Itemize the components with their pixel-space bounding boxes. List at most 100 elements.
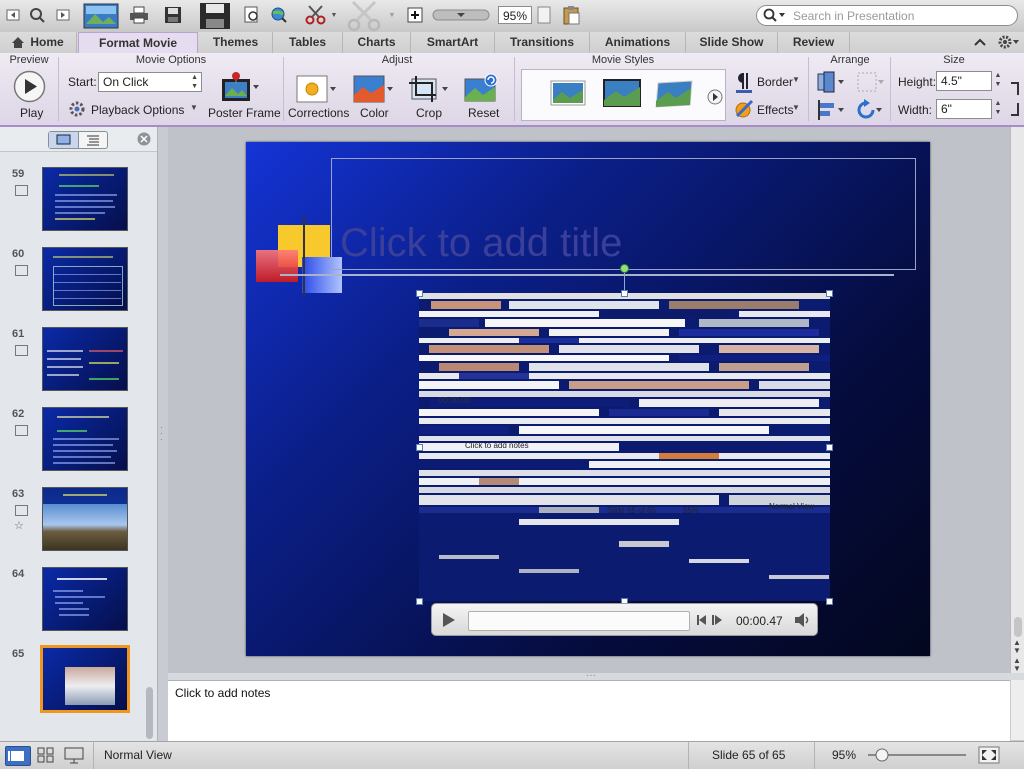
resize-handle[interactable] (826, 444, 833, 451)
zoom-slider-icon[interactable] (432, 4, 490, 26)
status-bar: Normal View Slide 65 of 65 95% (0, 741, 1024, 769)
cut-icon[interactable] (304, 4, 328, 26)
decorative-red-square (256, 250, 298, 282)
collapse-ribbon-icon[interactable] (974, 36, 986, 51)
notes-scrollbar[interactable] (1010, 680, 1024, 740)
notes-splitter[interactable]: ··· (168, 670, 1024, 681)
border-dropdown-icon[interactable]: ▼ (792, 75, 800, 84)
height-field[interactable]: 4.5" (936, 71, 992, 91)
movie-style-option-1[interactable] (550, 80, 586, 109)
normal-view-icon[interactable] (5, 746, 31, 766)
tab-slide-show[interactable]: Slide Show (686, 32, 778, 53)
tab-themes[interactable]: Themes (199, 32, 273, 53)
print-icon[interactable] (128, 4, 150, 26)
resize-handle[interactable] (621, 290, 628, 297)
tab-tables[interactable]: Tables (273, 32, 343, 53)
movie-style-option-2[interactable] (602, 78, 642, 111)
slide-thumbnail-64[interactable] (42, 567, 128, 631)
close-pane-icon[interactable] (137, 132, 151, 149)
insert-plus-icon[interactable] (406, 4, 424, 26)
border-button[interactable]: Border (757, 75, 793, 89)
paste-icon[interactable] (560, 4, 582, 26)
zoom-percent: 95% (832, 748, 857, 762)
step-back-icon[interactable] (696, 614, 708, 629)
play-button[interactable] (13, 70, 46, 106)
tab-format-movie[interactable]: Format Movie (78, 32, 198, 54)
slide-thumbnail-63[interactable] (42, 487, 128, 551)
thumbnail-pane-header (0, 127, 157, 152)
movie-ghost-notes: Click to add notes (465, 441, 529, 450)
controller-play-icon[interactable] (442, 612, 456, 631)
search-icon[interactable] (763, 8, 787, 26)
color-icon[interactable] (353, 75, 395, 106)
resize-handle[interactable] (826, 598, 833, 605)
step-forward-icon[interactable] (712, 614, 724, 629)
tab-animations[interactable]: Animations (590, 32, 686, 53)
movie-scrubber[interactable] (468, 611, 690, 631)
page-nav-icon[interactable]: ▲ ▼ (1013, 657, 1021, 673)
scroll-thumb[interactable] (1014, 617, 1022, 637)
reorder-icon[interactable] (816, 71, 846, 96)
resize-handle[interactable] (826, 290, 833, 297)
reset-icon[interactable] (464, 73, 500, 106)
movie-style-option-3[interactable] (654, 79, 694, 112)
poster-frame-icon[interactable] (220, 71, 260, 108)
forward-icon[interactable] (54, 4, 72, 26)
volume-icon[interactable] (794, 612, 812, 631)
height-stepper-icon[interactable]: ▲ ▼ (993, 71, 1003, 91)
playback-options-button[interactable]: Playback Options (91, 103, 184, 117)
resize-handle[interactable] (416, 444, 423, 451)
tab-charts[interactable]: Charts (343, 32, 411, 53)
slides-view-icon[interactable] (49, 132, 79, 148)
tab-review[interactable]: Review (778, 32, 850, 53)
tab-transitions[interactable]: Transitions (495, 32, 590, 53)
scroll-arrows-icon[interactable]: ▲ ▼ (1013, 639, 1021, 655)
slide-thumbnail-62[interactable] (42, 407, 128, 471)
effects-dropdown-icon[interactable]: ▼ (792, 103, 800, 112)
start-select[interactable]: On Click ▲ ▼ (98, 72, 202, 92)
movie-frame[interactable]: 00:00.00 Click to add notes Slide 65 of … (419, 293, 830, 601)
resize-handle[interactable] (416, 290, 423, 297)
title-placeholder-box[interactable]: Click to add title (331, 158, 916, 270)
slide-thumbnail-61[interactable] (42, 327, 128, 391)
outline-view-icon[interactable] (79, 132, 107, 148)
zoom-field[interactable]: 95% (498, 6, 532, 24)
print-preview-icon[interactable] (242, 4, 262, 26)
slide-thumbnail-59[interactable] (42, 167, 128, 231)
search-input[interactable] (793, 8, 1008, 23)
crop-icon[interactable] (408, 75, 450, 106)
globe-icon[interactable] (268, 4, 290, 26)
slide-sorter-icon[interactable] (34, 746, 58, 764)
effects-button[interactable]: Effects (757, 103, 793, 117)
align-icon[interactable] (816, 99, 846, 124)
zoom-stepper-icon[interactable] (536, 4, 552, 26)
vertical-scrollbar[interactable]: ▲ ▼ ▲ ▼ (1010, 127, 1024, 673)
rotate-icon[interactable] (856, 99, 884, 124)
save-as-icon[interactable] (196, 1, 234, 31)
playback-options-dropdown-icon[interactable]: ▼ (190, 103, 198, 112)
notes-pane[interactable]: Click to add notes (168, 680, 1010, 741)
cut-dropdown-icon[interactable]: ▼ (330, 4, 338, 26)
gear-icon[interactable] (998, 35, 1020, 52)
gallery-next-icon[interactable] (707, 89, 723, 108)
slide-show-view-icon[interactable] (62, 746, 86, 764)
tab-smartart[interactable]: SmartArt (411, 32, 495, 53)
media-browser-icon[interactable] (82, 1, 120, 31)
zoom-slider[interactable] (866, 748, 968, 765)
save-icon[interactable] (162, 4, 184, 26)
sidebar-toggle-icon[interactable] (4, 4, 22, 26)
resize-handle[interactable] (416, 598, 423, 605)
slide-thumbnail-60[interactable] (42, 247, 128, 311)
width-field[interactable]: 6" (936, 99, 992, 119)
corrections-icon[interactable] (296, 75, 338, 106)
width-stepper-icon[interactable]: ▲ ▼ (993, 99, 1003, 119)
zoom-magnifier-icon[interactable] (28, 4, 46, 26)
tab-home[interactable]: Home (0, 32, 77, 53)
lock-aspect-icon[interactable] (1009, 81, 1021, 120)
pane-splitter-icon[interactable]: · · · (160, 424, 166, 445)
movie-ghost-view: Normal View (769, 502, 815, 511)
fit-to-window-icon[interactable] (978, 746, 1000, 767)
slide-thumbnail-65[interactable] (40, 645, 130, 713)
thumbnails-scrollbar[interactable] (146, 687, 153, 739)
rotate-handle[interactable] (620, 264, 629, 273)
